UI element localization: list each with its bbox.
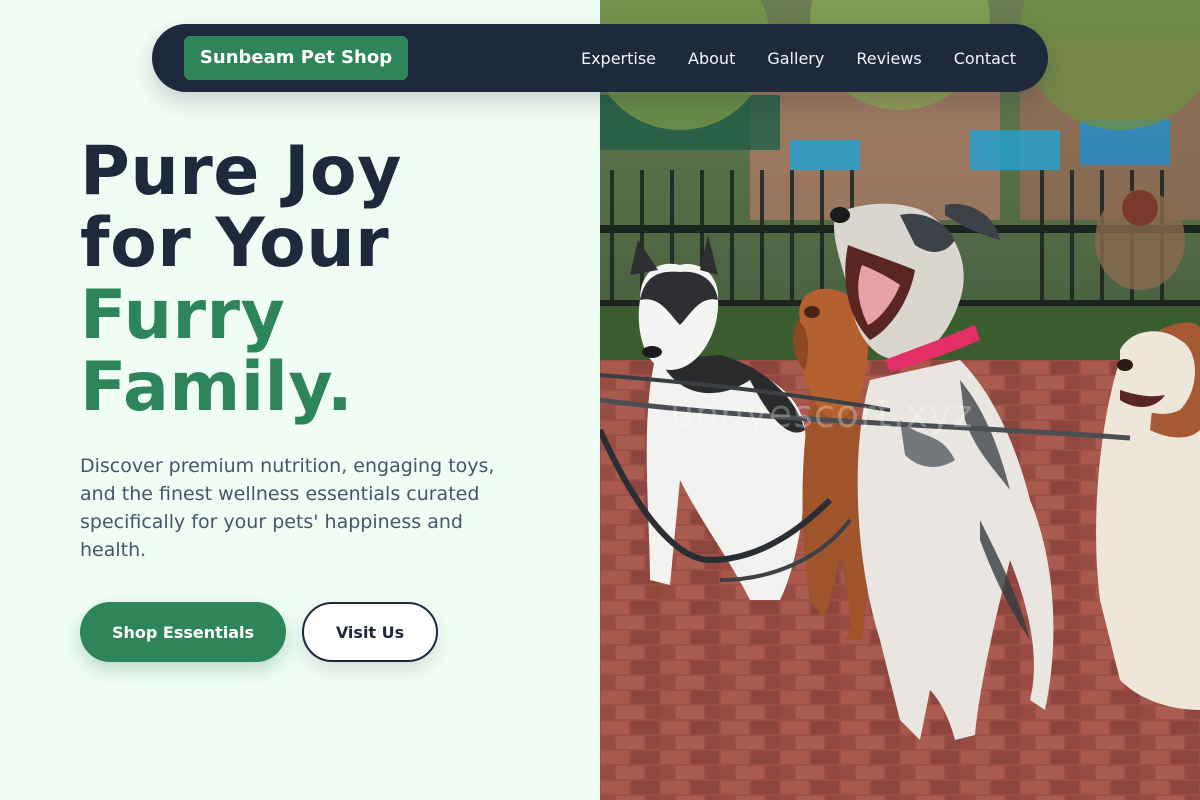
nav-item-gallery: Gallery bbox=[767, 49, 824, 68]
nav-item-about: About bbox=[688, 49, 735, 68]
shop-essentials-button[interactable]: Shop Essentials bbox=[80, 602, 286, 662]
nav-item-contact: Contact bbox=[954, 49, 1016, 68]
visit-us-button[interactable]: Visit Us bbox=[302, 602, 438, 662]
hero-title-line-1: Pure Joy bbox=[80, 132, 402, 211]
hero-title-line-4: Family. bbox=[80, 348, 354, 427]
brand-logo-button[interactable]: Sunbeam Pet Shop bbox=[184, 36, 408, 80]
nav-item-reviews: Reviews bbox=[856, 49, 921, 68]
nav-link-about[interactable]: About bbox=[688, 49, 735, 68]
nav-link-reviews[interactable]: Reviews bbox=[856, 49, 921, 68]
nav-link-expertise[interactable]: Expertise bbox=[581, 49, 656, 68]
nav-link-gallery[interactable]: Gallery bbox=[767, 49, 824, 68]
hero-title-line-3: Furry bbox=[80, 276, 286, 355]
hero-title: Pure Joy for Your Furry Family. bbox=[80, 136, 580, 424]
nav-item-expertise: Expertise bbox=[581, 49, 656, 68]
nav-link-contact[interactable]: Contact bbox=[954, 49, 1016, 68]
nav-links: Expertise About Gallery Reviews Contact bbox=[581, 24, 1016, 92]
hero-title-line-2: for Your bbox=[80, 204, 390, 283]
top-navbar: Sunbeam Pet Shop Expertise About Gallery… bbox=[152, 24, 1048, 92]
hero-description: Discover premium nutrition, engaging toy… bbox=[80, 455, 495, 561]
image-watermark: unnyescort.xyz bbox=[670, 392, 974, 436]
